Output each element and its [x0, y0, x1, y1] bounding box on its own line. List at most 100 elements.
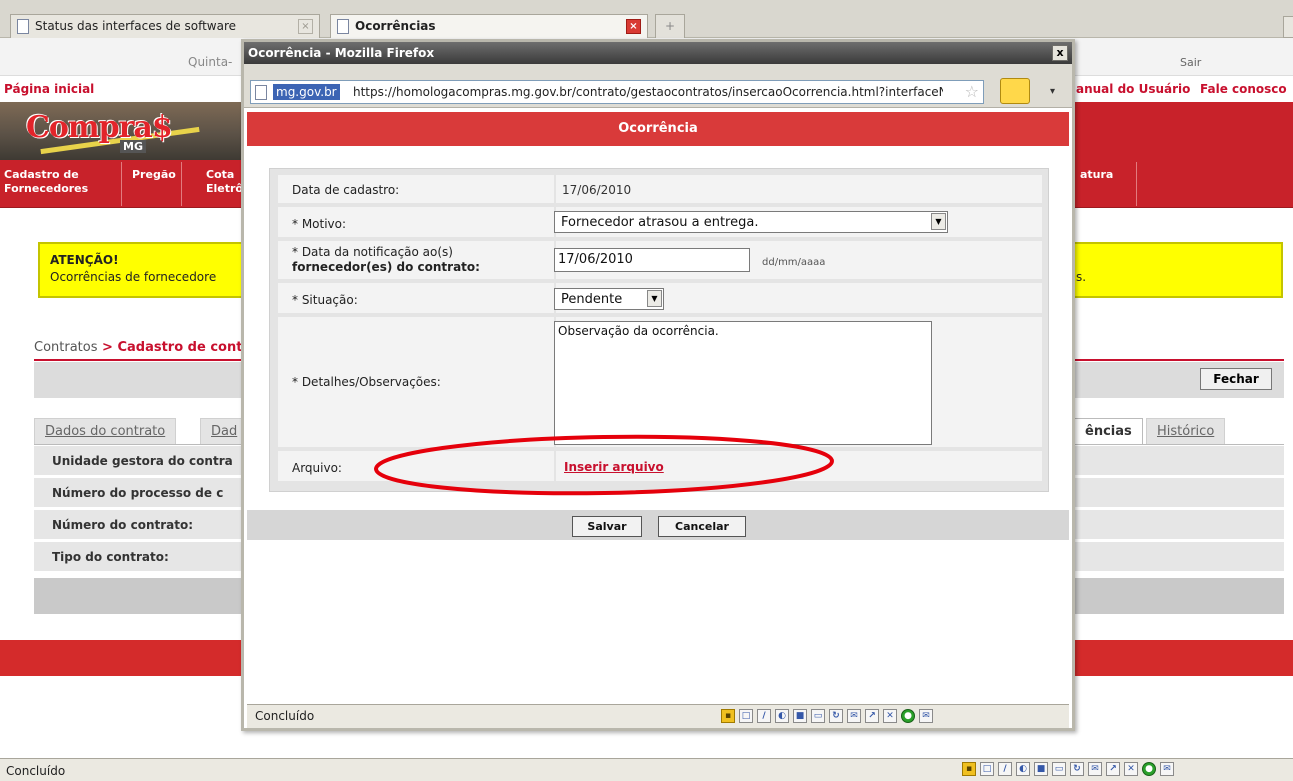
- menu-item-assinatura[interactable]: atura: [1080, 168, 1113, 182]
- form-row-data-notificacao: * Data da notificação ao(s) fornecedor(e…: [278, 241, 1042, 281]
- close-icon[interactable]: x: [1052, 45, 1068, 61]
- form-row-detalhes: * Detalhes/Observações: Observação da oc…: [278, 317, 1042, 449]
- mail-icon[interactable]: ✉: [847, 709, 861, 723]
- date-format-hint: dd/mm/aaaa: [762, 257, 826, 268]
- dropdown-arrow-icon[interactable]: ▾: [1050, 86, 1055, 97]
- url-bar[interactable]: mg.gov.br https://homologacompras.mg.gov…: [250, 80, 984, 104]
- pencil-icon[interactable]: /: [757, 709, 771, 723]
- popup-page-header: Ocorrência: [247, 112, 1069, 146]
- refresh-icon[interactable]: ↻: [1070, 762, 1084, 776]
- tab-ocorrencias-content[interactable]: ências: [1074, 418, 1143, 444]
- home-link[interactable]: Página inicial: [4, 82, 94, 96]
- tab-ocorrencias[interactable]: Ocorrências ×: [330, 14, 648, 38]
- inserir-arquivo-link[interactable]: Inserir arquivo: [564, 460, 664, 474]
- form-row-motivo: * Motivo: Fornecedor atrasou a entrega. …: [278, 207, 1042, 239]
- url-domain-badge: mg.gov.br: [273, 84, 340, 100]
- status-ok-icon[interactable]: ●: [901, 709, 915, 723]
- arquivo-label: Arquivo:: [292, 461, 342, 475]
- chevron-down-icon[interactable]: ▼: [931, 213, 946, 230]
- detalhes-textarea[interactable]: Observação da ocorrência.: [554, 321, 932, 445]
- chart-icon[interactable]: ↗: [865, 709, 879, 723]
- menu-item-cadastro-fornecedores[interactable]: Cadastro de Fornecedores: [4, 168, 88, 196]
- form-row-situacao: * Situação: Pendente ▼: [278, 283, 1042, 315]
- menu-divider: [1136, 162, 1137, 206]
- alert-title: ATENÇÃO!: [50, 253, 119, 267]
- page-icon: [17, 19, 29, 34]
- logout-link[interactable]: Sair: [1180, 56, 1201, 69]
- save-button[interactable]: Salvar: [572, 516, 642, 537]
- status-ok-icon[interactable]: ●: [1142, 762, 1156, 776]
- popup-status-bar: Concluído ▪ □ / ◐ ■ ▭ ↻ ✉ ↗ ✕ ● ✉: [247, 704, 1069, 728]
- pencil-icon[interactable]: /: [998, 762, 1012, 776]
- globe-icon[interactable]: ◐: [775, 709, 789, 723]
- message-icon[interactable]: ✉: [919, 709, 933, 723]
- close-tab-icon[interactable]: ×: [298, 19, 313, 34]
- tab-status-interfaces[interactable]: Status das interfaces de software ×: [10, 14, 320, 38]
- alert-text-tail: s.: [1076, 270, 1087, 284]
- browser-status-text: Concluído: [6, 764, 66, 778]
- page-info-icon[interactable]: □: [980, 762, 994, 776]
- tab-dados-contrato[interactable]: Dados do contrato: [34, 418, 177, 444]
- manual-link[interactable]: anual do Usuário: [1076, 82, 1190, 96]
- page-icon: [255, 85, 267, 100]
- popup-title: Ocorrência - Mozilla Firefox: [248, 46, 435, 60]
- tools-icon[interactable]: ✕: [1124, 762, 1138, 776]
- alert-text: Ocorrências de fornecedore: [50, 270, 217, 284]
- print-icon[interactable]: ▭: [1052, 762, 1066, 776]
- detalhes-label: * Detalhes/Observações:: [292, 375, 441, 389]
- popup-status-text: Concluído: [255, 709, 315, 723]
- data-notificacao-input[interactable]: 17/06/2010: [554, 248, 750, 272]
- globe-icon[interactable]: ◐: [1016, 762, 1030, 776]
- motivo-select[interactable]: Fornecedor atrasou a entrega. ▼: [554, 211, 948, 233]
- menu-item-cotacao[interactable]: Cota Eletrô: [206, 168, 243, 196]
- popup-title-bar[interactable]: Ocorrência - Mozilla Firefox x: [244, 42, 1072, 64]
- tab-label: Ocorrências: [355, 19, 436, 33]
- menu-divider: [121, 162, 122, 206]
- form-row-data-cadastro: Data de cadastro: 17/06/2010: [278, 175, 1042, 205]
- tools-icon[interactable]: ✕: [883, 709, 897, 723]
- tab-historico[interactable]: Histórico: [1146, 418, 1226, 444]
- menu-item-pregao[interactable]: Pregão: [132, 168, 176, 182]
- popup-status-icons: ▪ □ / ◐ ■ ▭ ↻ ✉ ↗ ✕ ● ✉: [721, 709, 933, 723]
- page-info-icon[interactable]: □: [739, 709, 753, 723]
- breadcrumb-root[interactable]: Contratos: [34, 340, 98, 355]
- refresh-icon[interactable]: ↻: [829, 709, 843, 723]
- page-icon: [337, 19, 349, 34]
- breadcrumb: Contratos > Cadastro de cont: [34, 340, 243, 355]
- close-button[interactable]: Fechar: [1200, 368, 1272, 390]
- motivo-label: * Motivo:: [292, 217, 347, 231]
- contact-link[interactable]: Fale conosco: [1200, 82, 1287, 96]
- menu-divider: [181, 162, 182, 206]
- star-icon[interactable]: ☆: [965, 82, 979, 101]
- close-tab-icon[interactable]: ×: [626, 19, 641, 34]
- tab-strip-edge: [1283, 16, 1293, 38]
- new-tab-button[interactable]: +: [655, 14, 685, 38]
- tab-label: Status das interfaces de software: [35, 19, 237, 33]
- message-icon[interactable]: ✉: [1160, 762, 1174, 776]
- chevron-down-icon[interactable]: ▼: [647, 290, 662, 307]
- situacao-select[interactable]: Pendente ▼: [554, 288, 664, 310]
- folder-icon[interactable]: [1000, 78, 1030, 104]
- status-bar-icons: ▪ □ / ◐ ■ ▭ ↻ ✉ ↗ ✕ ● ✉: [962, 762, 1174, 776]
- data-cadastro-value: 17/06/2010: [562, 183, 632, 197]
- save-icon[interactable]: ■: [1034, 762, 1048, 776]
- breadcrumb-current: Cadastro de cont: [117, 340, 243, 355]
- site-date: Quinta-: [188, 55, 233, 69]
- url-text[interactable]: https://homologacompras.mg.gov.br/contra…: [353, 85, 943, 99]
- logo-mg: MG: [120, 140, 146, 153]
- portal-logo[interactable]: Compra$: [26, 110, 173, 145]
- popup-navigation-bar: mg.gov.br https://homologacompras.mg.gov…: [244, 64, 1072, 108]
- lock-icon[interactable]: ▪: [721, 709, 735, 723]
- lock-icon[interactable]: ▪: [962, 762, 976, 776]
- mail-icon[interactable]: ✉: [1088, 762, 1102, 776]
- situacao-label: * Situação:: [292, 293, 358, 307]
- cancel-button[interactable]: Cancelar: [658, 516, 746, 537]
- data-cadastro-label: Data de cadastro:: [292, 183, 400, 197]
- ocorrencia-form: Data de cadastro: 17/06/2010 * Motivo: F…: [269, 168, 1049, 492]
- ocorrencia-popup-window: Ocorrência - Mozilla Firefox x mg.gov.br…: [241, 39, 1075, 731]
- print-icon[interactable]: ▭: [811, 709, 825, 723]
- form-row-arquivo: Arquivo: Inserir arquivo: [278, 451, 1042, 483]
- chart-icon[interactable]: ↗: [1106, 762, 1120, 776]
- save-icon[interactable]: ■: [793, 709, 807, 723]
- data-notificacao-label: * Data da notificação ao(s) fornecedor(e…: [292, 245, 480, 274]
